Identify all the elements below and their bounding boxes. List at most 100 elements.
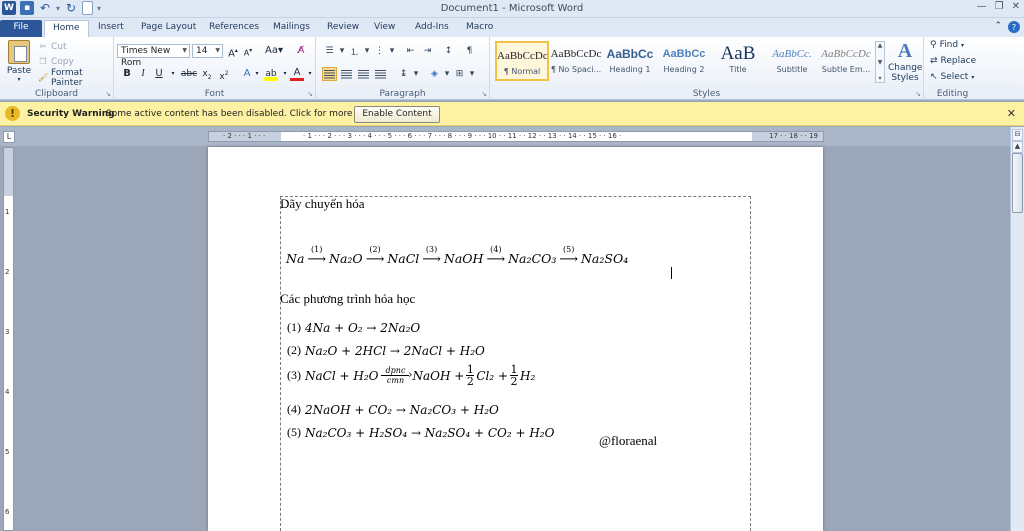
shading-dropdown-icon[interactable]: ▾ (444, 67, 450, 81)
font-size-dropdown-icon[interactable]: ▼ (215, 45, 220, 57)
paste-button[interactable]: Paste ▾ (4, 40, 34, 83)
vertical-ruler[interactable]: 1 2 3 4 5 6 (3, 147, 14, 531)
font-color-dropdown-icon[interactable]: ▾ (303, 67, 317, 81)
vertical-scrollbar[interactable]: ⊟ ▲ (1010, 127, 1024, 531)
replace-button[interactable]: ⇄ Replace (930, 56, 976, 66)
clipboard-launcher-icon[interactable]: ↘ (105, 90, 111, 98)
multilevel-dropdown-icon[interactable]: ▾ (389, 44, 395, 58)
scrollbar-thumb[interactable] (1012, 153, 1023, 213)
document-page[interactable]: Dãy chuyển hóa Na (1) ⟶ Na₂O (2) ⟶ NaCl (3… (208, 147, 823, 531)
font-color-icon[interactable]: A (290, 67, 304, 81)
align-right-icon[interactable] (356, 67, 371, 81)
borders-dropdown-icon[interactable]: ▾ (469, 67, 475, 81)
superscript-icon[interactable]: x2 (217, 67, 231, 82)
tab-insert[interactable]: Insert (90, 20, 132, 37)
security-warning-message[interactable]: Some active content has been disabled. C… (106, 109, 388, 119)
decrease-indent-icon[interactable]: ⇤ (403, 44, 418, 58)
shrink-font-icon[interactable]: A▾ (241, 44, 255, 58)
highlight-icon[interactable]: ab (264, 67, 278, 81)
tab-selector-icon[interactable]: L (3, 131, 15, 143)
tab-macro[interactable]: Macro (458, 20, 501, 37)
line-spacing-dropdown-icon[interactable]: ▾ (413, 67, 419, 81)
underline-dropdown-icon[interactable]: ▾ (166, 67, 180, 81)
horizontal-ruler[interactable]: · 2 · · · 1 · · · · 1 · · · 2 · · · 3 · … (208, 131, 824, 142)
find-dropdown-icon[interactable]: ▾ (961, 42, 964, 49)
close-window-icon[interactable]: ✕ (1012, 1, 1020, 12)
paste-label: Paste (6, 66, 32, 76)
select-dropdown-icon[interactable]: ▾ (971, 74, 974, 81)
increase-indent-icon[interactable]: ⇥ (420, 44, 435, 58)
styles-launcher-icon[interactable]: ↘ (915, 90, 921, 98)
equation-text: Na₂O + 2HCl → 2NaCl + H₂O (305, 343, 485, 358)
security-warning-bar[interactable]: ! Security Warning Some active content h… (0, 102, 1024, 126)
style-heading-1[interactable]: AaBbCc Heading 1 (603, 41, 657, 81)
show-hide-icon[interactable]: ¶ (462, 44, 477, 58)
align-center-icon[interactable] (339, 67, 354, 81)
clear-formatting-icon[interactable]: A̸ (294, 44, 308, 58)
enable-content-button[interactable]: Enable Content (354, 106, 440, 123)
equation-3: (3) NaCl + H₂O dpnc cmn NaOH + 12 Cl₂ + … (287, 364, 535, 387)
line-spacing-icon[interactable]: ↨ (396, 67, 411, 81)
multilevel-list-icon[interactable]: ⋮ (372, 44, 387, 58)
styles-more-icon[interactable]: ▾ (878, 75, 881, 82)
bold-icon[interactable]: B (120, 67, 134, 81)
close-warning-icon[interactable]: ✕ (1007, 107, 1016, 120)
paste-dropdown-icon[interactable]: ▾ (4, 76, 34, 83)
scroll-up-icon[interactable]: ▲ (1012, 141, 1023, 153)
help-icon[interactable]: ? (1008, 21, 1020, 33)
font-name-combo[interactable]: Times New Rom ▼ (117, 44, 190, 68)
tab-references[interactable]: References (201, 20, 267, 37)
text-effects-dropdown-icon[interactable]: ▾ (250, 67, 264, 81)
ruler-toggle-icon[interactable]: ⊟ (1012, 129, 1023, 141)
tab-file[interactable]: File (0, 20, 42, 37)
style-subtitle[interactable]: AaBbCc. Subtitle (765, 41, 819, 81)
find-label: Find (939, 40, 959, 50)
font-name-value: Times New Rom (121, 46, 171, 68)
tab-review[interactable]: Review (319, 20, 367, 37)
tab-view[interactable]: View (366, 20, 403, 37)
align-left-icon[interactable] (322, 67, 337, 81)
select-button[interactable]: ↖ Select ▾ (930, 72, 974, 82)
paragraph-launcher-icon[interactable]: ↘ (481, 90, 487, 98)
sort-icon[interactable]: ↕ (441, 44, 456, 58)
numbering-icon[interactable]: ⒈ (347, 44, 362, 58)
borders-icon[interactable]: ⊞ (452, 67, 467, 81)
subscript-icon[interactable]: x2 (200, 67, 214, 81)
font-name-dropdown-icon[interactable]: ▼ (182, 45, 187, 57)
grow-font-icon[interactable]: A▴ (226, 44, 240, 59)
format-painter-button[interactable]: 🖌 Format Painter (38, 68, 113, 88)
style-normal[interactable]: AaBbCcDc ¶ Normal (495, 41, 549, 81)
tab-page-layout[interactable]: Page Layout (133, 20, 204, 37)
cut-button[interactable]: ✂ Cut (38, 40, 67, 54)
change-styles-button[interactable]: A Change Styles (888, 39, 922, 83)
minimize-ribbon-icon[interactable]: ⌃ (994, 21, 1002, 33)
strikethrough-icon[interactable]: abc (180, 67, 198, 81)
find-button[interactable]: ⚲ Find ▾ (930, 40, 964, 50)
underline-icon[interactable]: U (152, 67, 166, 81)
equation-2: (2) Na₂O + 2HCl → 2NaCl + H₂O (287, 343, 485, 358)
tab-home[interactable]: Home (44, 20, 89, 37)
styles-scroll-down-icon[interactable]: ▼ (878, 59, 883, 66)
style-heading-2[interactable]: AaBbCc Heading 2 (657, 41, 711, 81)
italic-icon[interactable]: I (136, 67, 150, 81)
numbering-dropdown-icon[interactable]: ▾ (364, 44, 370, 58)
bullets-dropdown-icon[interactable]: ▾ (339, 44, 345, 58)
style-sample: AaBbCcDc (497, 50, 547, 62)
restore-icon[interactable]: ❐ (995, 1, 1004, 12)
font-launcher-icon[interactable]: ↘ (307, 90, 313, 98)
change-case-icon[interactable]: Aa▾ (264, 44, 284, 58)
chain-arrow: (1) ⟶ (307, 245, 327, 267)
styles-scroll-up-icon[interactable]: ▲ (878, 42, 883, 49)
justify-icon[interactable] (373, 67, 388, 81)
bullets-icon[interactable]: ☰ (322, 44, 337, 58)
minimize-icon[interactable]: — (977, 1, 987, 12)
style-subtle-emphasis[interactable]: AaBbCcDc Subtle Em... (819, 41, 873, 81)
shading-icon[interactable]: ◈ (427, 67, 442, 81)
tab-add-ins[interactable]: Add-Ins (407, 20, 457, 37)
style-no-spacing[interactable]: AaBbCcDc ¶ No Spaci... (549, 41, 603, 81)
font-size-combo[interactable]: 14 ▼ (192, 44, 223, 58)
tab-mailings[interactable]: Mailings (265, 20, 318, 37)
style-title[interactable]: AaB Title (711, 41, 765, 81)
cursor-arrow-icon: ↖ (930, 72, 938, 82)
copy-button[interactable]: ❐ Copy (38, 55, 73, 69)
